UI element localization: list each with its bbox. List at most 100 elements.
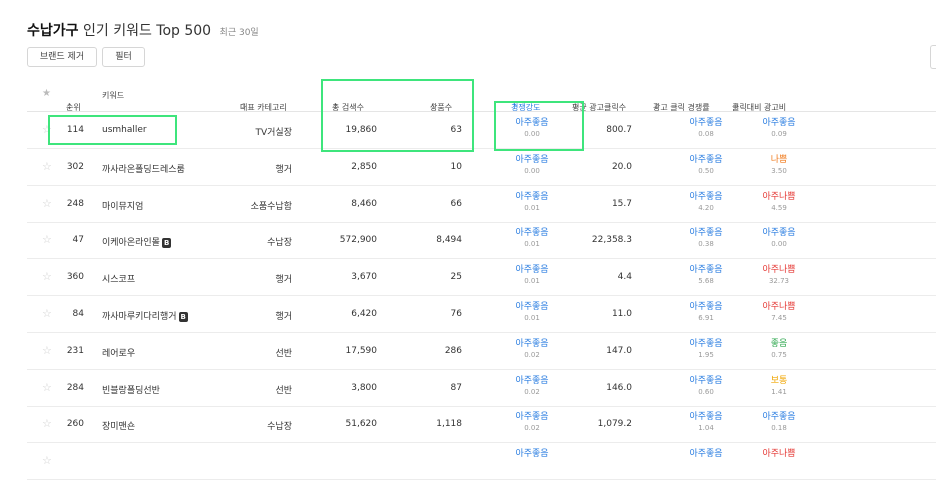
table-row[interactable]: ☆ 47 이케아온라인몰 B 수납장 572,900 8,494 아주좋음 0.0…: [27, 222, 936, 260]
search-count-cell: 3,670: [351, 272, 377, 283]
competition-cell: 아주좋음 0.02: [515, 375, 549, 396]
keyword-cell[interactable]: 까사마루키다리행거 B: [102, 309, 188, 322]
rank-cell: 231: [66, 345, 84, 356]
avg-clicks-cell: 20.0: [611, 161, 632, 172]
keyword-cell[interactable]: 장미맨숀: [102, 419, 135, 432]
ad-click-competition-cell: 아주좋음 4.20: [689, 191, 723, 212]
rank-cell: 260: [66, 419, 84, 430]
star-icon[interactable]: ☆: [42, 307, 52, 320]
highlight-box-search-products: [321, 79, 474, 152]
rank-cell: 302: [66, 161, 84, 172]
star-icon[interactable]: ☆: [42, 417, 52, 430]
edge-button[interactable]: [930, 45, 936, 69]
product-count-cell: 25: [450, 272, 462, 283]
keyword-cell[interactable]: 마이뮤지엄: [102, 199, 143, 212]
table-row[interactable]: ☆ 231 레어로우 선반 17,590 286 아주좋음 0.02 147.0…: [27, 333, 936, 370]
category-cell: 수납장: [267, 422, 292, 433]
ad-cost-cell: 아주나쁨 4.59: [762, 191, 796, 212]
category-cell: 수납장: [267, 238, 292, 249]
ad-cost-cell: 보통 1.41: [770, 375, 788, 396]
search-count-cell: 6,420: [351, 309, 377, 319]
ad-cost-cell: 아주좋음 0.09: [762, 118, 796, 138]
product-count-cell: 10: [450, 161, 462, 172]
highlight-box-keyword: [48, 115, 177, 145]
table-row[interactable]: ☆ 360 시스코프 행거 3,670 25 아주좋음 0.01 4.4 아주좋…: [27, 259, 936, 297]
search-count-cell: 3,800: [351, 382, 377, 393]
star-icon[interactable]: ☆: [42, 344, 52, 357]
product-count-cell: 66: [450, 198, 462, 209]
keyword-cell[interactable]: 시스코프: [102, 272, 135, 285]
ad-click-competition-cell: 아주좋음 5.68: [689, 265, 723, 286]
highlight-box-competition: [494, 101, 584, 151]
competition-cell: 아주좋음 0.01: [515, 191, 549, 212]
ad-cost-cell: 아주나쁨 7.45: [762, 302, 796, 322]
ad-cost-cell: 좋음 0.75: [770, 338, 788, 359]
table-row[interactable]: ☆ 260 장미맨숀 수납장 51,620 1,118 아주좋음 0.02 1,…: [27, 406, 936, 444]
brand-badge-icon: B: [178, 311, 188, 322]
competition-cell: 아주좋음 0.00: [515, 154, 549, 175]
avg-clicks-cell: 11.0: [611, 309, 632, 319]
page-title: 수납가구 인기 키워드 Top 500 최근 30일: [27, 20, 259, 40]
table-row[interactable]: ☆ 248 마이뮤지엄 소품수납함 8,460 66 아주좋음 0.01 15.…: [27, 186, 936, 223]
table-row[interactable]: ☆ 아주좋음 아주좋음 아주나쁨: [27, 443, 936, 480]
avg-clicks-cell: 15.7: [611, 198, 632, 209]
remove-brand-button[interactable]: 브랜드 제거: [27, 47, 97, 67]
star-icon[interactable]: ☆: [42, 160, 52, 173]
product-count-cell: 286: [444, 345, 462, 356]
category-cell: 선반: [275, 348, 292, 359]
search-count-cell: 17,590: [345, 345, 378, 356]
category-cell: 소품수납함: [250, 201, 292, 212]
product-count-cell: 1,118: [436, 419, 462, 430]
ad-click-competition-cell: 아주좋음 0.60: [689, 375, 723, 396]
table-row[interactable]: ☆ 302 까사라온폴딩드레스룸 행거 2,850 10 아주좋음 0.00 2…: [27, 149, 936, 186]
keyword-cell[interactable]: 레어로우: [102, 346, 135, 359]
star-icon[interactable]: ☆: [42, 197, 52, 210]
ad-click-competition-cell: 아주좋음 6.91: [689, 302, 723, 322]
avg-clicks-cell: 147.0: [606, 345, 632, 356]
product-count-cell: 87: [450, 382, 462, 393]
ad-cost-cell: 아주나쁨 32.73: [762, 265, 796, 286]
star-header-icon[interactable]: ★: [42, 88, 51, 99]
ad-click-competition-cell: 아주좋음 0.38: [689, 228, 723, 249]
competition-cell: 아주좋음 0.01: [515, 228, 549, 249]
product-count-cell: 76: [450, 309, 462, 319]
category-cell: 선반: [275, 385, 292, 396]
product-count-cell: 8,494: [436, 235, 462, 246]
category-cell: 행거: [275, 312, 292, 322]
avg-clicks-cell: 146.0: [606, 382, 632, 393]
ad-click-competition-cell: 아주좋음 1.04: [689, 412, 723, 433]
avg-clicks-cell: 22,358.3: [591, 235, 632, 246]
table-row[interactable]: ☆ 284 빈블랑폴딩선반 선반 3,800 87 아주좋음 0.02 146.…: [27, 370, 936, 407]
keyword-cell[interactable]: 까사라온폴딩드레스룸: [102, 162, 185, 175]
star-icon[interactable]: ☆: [42, 381, 52, 394]
period-label: 최근 30일: [219, 28, 259, 38]
table-header: ★ ↕ 순위 키워드 ↕ 대표 카테고리 ↕ 총 검색수 ↕ 상품수 ↑ 경쟁강도 ↕ 평…: [27, 78, 936, 112]
star-icon[interactable]: ☆: [42, 454, 52, 467]
ad-click-competition-cell: 아주좋음 1.95: [689, 338, 723, 359]
star-icon[interactable]: ☆: [42, 233, 52, 246]
rank-cell: 360: [66, 272, 84, 283]
brand-badge-icon: B: [161, 237, 172, 248]
keyword-cell[interactable]: 빈블랑폴딩선반: [102, 383, 160, 396]
rank-cell: 284: [66, 382, 84, 393]
avg-clicks-cell: 4.4: [617, 272, 632, 283]
ad-cost-cell: 아주좋음 0.18: [762, 412, 796, 433]
category-cell: 행거: [275, 164, 292, 175]
competition-cell: 아주좋음 0.01: [515, 302, 549, 322]
filter-button[interactable]: 필터: [102, 47, 145, 67]
rank-cell: 47: [72, 235, 84, 246]
search-count-cell: 51,620: [345, 419, 378, 430]
category-cell: 행거: [275, 275, 292, 286]
competition-cell: 아주좋음 0.02: [515, 338, 549, 359]
col-keyword: 키워드: [102, 91, 125, 100]
ad-click-competition-cell: 아주좋음 0.08: [689, 118, 723, 138]
rank-cell: 84: [72, 309, 84, 319]
table-row[interactable]: ☆ 84 까사마루키다리행거 B 행거 6,420 76 아주좋음 0.01 11…: [27, 296, 936, 333]
competition-cell: 아주좋음 0.01: [515, 265, 549, 286]
ad-cost-cell: 아주좋음 0.00: [762, 228, 796, 249]
rank-cell: 248: [66, 198, 84, 209]
star-icon[interactable]: ☆: [42, 270, 52, 283]
competition-cell: 아주좋음 0.02: [515, 412, 549, 433]
keyword-cell[interactable]: 이케아온라인몰 B: [102, 235, 172, 248]
search-count-cell: 572,900: [339, 235, 377, 246]
